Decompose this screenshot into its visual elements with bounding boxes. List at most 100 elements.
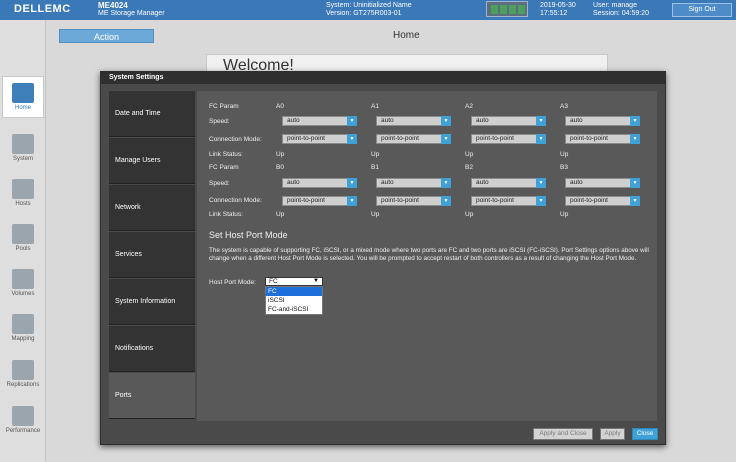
left-nav: Home System Hosts Pools Volumes Mapping … [0,20,46,462]
hosts-icon [12,179,34,199]
connection-mode-select[interactable]: point-to-point ▼ [565,134,640,144]
select-value: point-to-point [570,135,608,142]
action-button[interactable]: Action [59,29,154,43]
option-fc[interactable]: FC [266,287,322,296]
select-value: auto [381,117,394,124]
speed-select[interactable]: auto ▼ [471,116,546,126]
chevron-down-icon: ▼ [441,116,451,126]
tab-network[interactable]: Network [109,185,195,231]
speed-label: Speed: [209,180,230,187]
apply-and-close-button[interactable]: Apply and Close [533,428,593,440]
connection-mode-select[interactable]: point-to-point ▼ [282,134,357,144]
speed-select[interactable]: auto ▼ [282,116,357,126]
nav-system[interactable]: System [2,128,44,170]
select-value: point-to-point [476,197,514,204]
sign-out-button[interactable]: Sign Out [672,3,732,17]
tab-ports[interactable]: Ports [109,373,195,419]
current-date: 2019-05-30 [540,2,576,9]
chevron-down-icon: ▼ [441,178,451,188]
performance-icon [12,406,34,426]
ports-panel: FC Param A0 A1 A2 A3 Speed: auto ▼ auto ▼ … [197,91,657,421]
product-info: ME4024 ME Storage Manager [98,2,165,18]
tab-manage-users[interactable]: Manage Users [109,138,195,184]
option-iscsi[interactable]: iSCSI [266,296,322,305]
select-value: auto [287,179,300,186]
option-fc-and-iscsi[interactable]: FC-and-iSCSI [266,305,322,314]
select-value: point-to-point [381,135,419,142]
link-status: Up [465,211,474,218]
volumes-icon [12,269,34,289]
connection-mode-label: Connection Mode: [209,197,262,204]
nav-performance[interactable]: Performance [2,400,44,442]
replications-icon [12,360,34,380]
select-value: auto [381,179,394,186]
port-name: B0 [276,164,284,171]
apply-button[interactable]: Apply [600,428,625,440]
nav-replications[interactable]: Replications [2,354,44,396]
connection-mode-select[interactable]: point-to-point ▼ [471,134,546,144]
tab-notifications[interactable]: Notifications [109,326,195,372]
chevron-down-icon: ▼ [347,116,357,126]
select-value: point-to-point [570,197,608,204]
connection-mode-select[interactable]: point-to-point ▼ [471,196,546,206]
connection-mode-select[interactable]: point-to-point ▼ [282,196,357,206]
nav-label: Volumes [11,291,35,297]
speed-select[interactable]: auto ▼ [282,178,357,188]
tab-services[interactable]: Services [109,232,195,278]
close-button[interactable]: Close [632,428,658,440]
nav-pools[interactable]: Pools [2,218,44,260]
settings-tabs: Date and Time Manage Users Network Servi… [109,91,195,421]
home-icon [12,83,34,103]
port-name: A3 [560,103,568,110]
system-version: Version: GT275R003-01 [326,10,402,17]
link-status: Up [371,151,380,158]
select-value: point-to-point [476,135,514,142]
port-name: B3 [560,164,568,171]
speed-select[interactable]: auto ▼ [376,116,451,126]
chevron-down-icon: ▼ [630,116,640,126]
nav-mapping[interactable]: Mapping [2,308,44,350]
nav-home[interactable]: Home [2,76,44,118]
page-title: Home [393,30,420,41]
speed-select[interactable]: auto ▼ [565,178,640,188]
connection-mode-select[interactable]: point-to-point ▼ [565,196,640,206]
product-name: ME4024 [98,1,128,10]
link-status: Up [465,151,474,158]
connection-mode-select[interactable]: point-to-point ▼ [376,196,451,206]
chevron-down-icon: ▼ [313,278,319,284]
nav-label: System [12,156,33,162]
chevron-down-icon: ▼ [536,196,546,206]
link-status: Up [276,211,285,218]
select-value: point-to-point [287,135,325,142]
chevron-down-icon: ▼ [630,196,640,206]
pools-icon [12,224,34,244]
select-value: auto [476,117,489,124]
date-time: 2019-05-30 17:55:12 [540,2,576,18]
system-info: System: Uninitialized Name Version: GT27… [326,2,412,18]
select-value: point-to-point [381,197,419,204]
nav-hosts[interactable]: Hosts [2,173,44,215]
dialog-title: System Settings [101,72,665,84]
speed-select[interactable]: auto ▼ [376,178,451,188]
tab-system-information[interactable]: System Information [109,279,195,325]
chevron-down-icon: ▼ [536,178,546,188]
user-info: User: manage Session: 04:59:20 [593,2,649,18]
tab-date-and-time[interactable]: Date and Time [109,91,195,137]
brand-logo: DELLEMC [14,3,71,15]
system-thumbnail[interactable] [486,1,528,17]
link-status-label: Link Status: [209,211,243,218]
fc-param-label: FC Param [209,164,239,171]
select-value: auto [570,179,583,186]
connection-mode-select[interactable]: point-to-point ▼ [376,134,451,144]
link-status: Up [276,151,285,158]
nav-volumes[interactable]: Volumes [2,263,44,305]
session-time: Session: 04:59:20 [593,10,650,17]
host-port-section-title: Set Host Port Mode [209,230,288,240]
speed-select[interactable]: auto ▼ [471,178,546,188]
fc-param-label: FC Param [209,103,239,110]
speed-select[interactable]: auto ▼ [565,116,640,126]
host-port-mode-select[interactable]: FC ▼ [265,277,323,286]
host-port-mode-dropdown: FC iSCSI FC-and-iSCSI [265,286,323,315]
nav-label: Hosts [15,201,31,207]
system-settings-dialog: System Settings Date and Time Manage Use… [100,71,666,445]
